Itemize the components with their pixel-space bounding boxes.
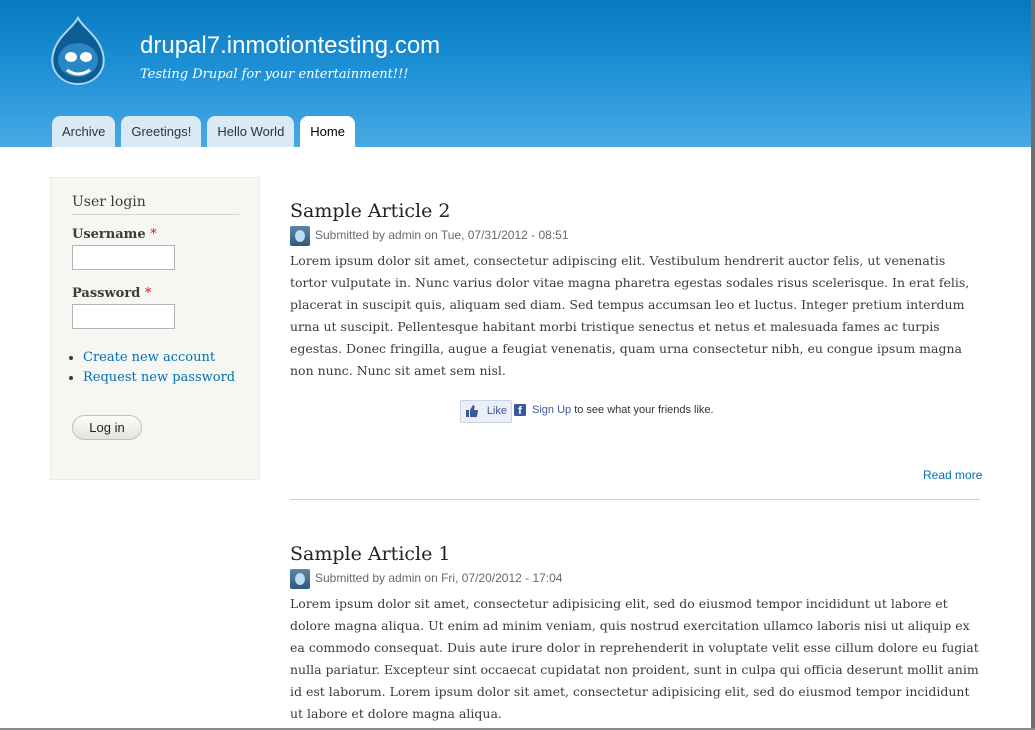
article-divider [290,499,980,500]
required-mark: * [150,227,157,242]
password-label: Password * [72,286,151,301]
create-account-link[interactable]: Create new account [83,348,235,368]
article-meta: Submitted by admin on Fri, 07/20/2012 - … [290,569,980,589]
required-mark: * [144,286,152,301]
read-more-link[interactable]: Read more [923,468,982,482]
request-password-link[interactable]: Request new password [83,368,235,388]
username-label: Username * [72,227,157,242]
main-menu: Archive Greetings! Hello World Home [52,116,361,147]
scrollbar-edge [1031,0,1035,730]
username-input[interactable] [72,245,175,270]
article-teaser: Sample Article 2 Submitted by admin on T… [290,200,980,382]
username-label-text: Username [72,227,146,242]
tab-greetings[interactable]: Greetings! [121,116,202,147]
facebook-signup-text: Sign Up to see what your friends like. [532,404,714,416]
facebook-like-button[interactable]: Like [460,400,512,423]
tab-archive[interactable]: Archive [52,116,116,147]
article-meta: Submitted by admin on Tue, 07/31/2012 - … [290,226,980,246]
login-button[interactable]: Log in [72,415,142,440]
submitted-text: Submitted by admin on Tue, 07/31/2012 - … [315,228,569,242]
site-name[interactable]: drupal7.inmotiontesting.com [140,32,440,60]
site-slogan: Testing Drupal for your entertainment!!! [140,67,409,82]
author-avatar[interactable] [290,569,310,589]
facebook-icon: f [514,404,526,417]
article-title[interactable]: Sample Article 2 [290,200,980,222]
article-teaser: Sample Article 1 Submitted by admin on F… [290,543,980,725]
password-input[interactable] [72,304,175,329]
user-login-block: User login Username * Password * Create … [50,177,260,480]
like-label: Like [486,405,507,417]
password-label-text: Password [72,286,141,301]
login-links: Create new account Request new password [63,348,235,388]
article-title[interactable]: Sample Article 1 [290,543,980,565]
author-avatar[interactable] [290,226,310,246]
article-body: Lorem ipsum dolor sit amet, consectetur … [290,596,979,721]
facebook-signup-suffix: to see what your friends like. [574,404,714,416]
facebook-signup-link[interactable]: Sign Up [532,404,571,416]
site-header: drupal7.inmotiontesting.com Testing Drup… [0,0,1031,147]
drupal-logo-icon[interactable] [47,16,109,86]
thumbs-up-icon [466,405,478,417]
tab-home[interactable]: Home [300,116,355,147]
tab-hello-world[interactable]: Hello World [207,116,295,147]
submitted-text: Submitted by admin on Fri, 07/20/2012 - … [315,571,563,585]
article-body: Lorem ipsum dolor sit amet, consectetur … [290,253,970,378]
block-title: User login [72,194,239,215]
